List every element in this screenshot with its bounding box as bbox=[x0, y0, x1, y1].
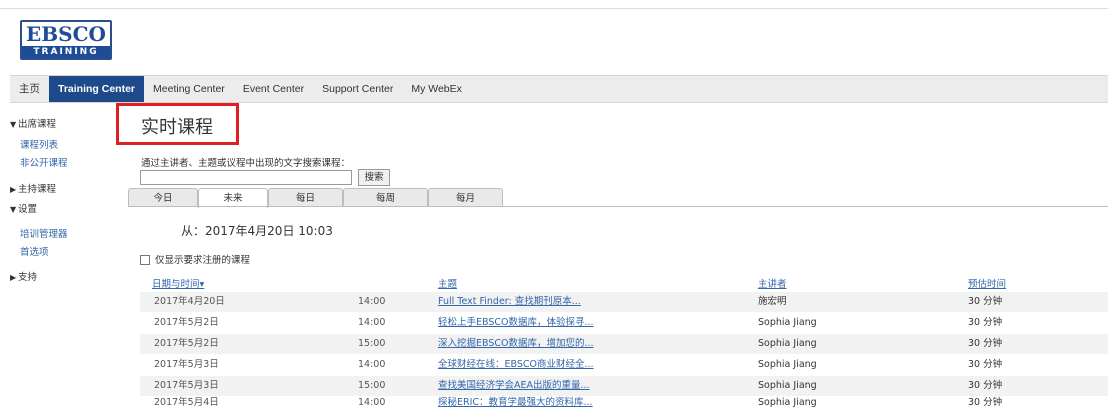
top-divider bbox=[0, 8, 1108, 9]
search-input[interactable] bbox=[140, 170, 352, 185]
row-topic-link[interactable]: Full Text Finder: 查找期刊原本... bbox=[438, 292, 581, 312]
nav-home[interactable]: 主页 bbox=[10, 76, 49, 102]
sidebar-heading-label: 支持 bbox=[18, 272, 38, 283]
column-header-topic[interactable]: 主题 bbox=[438, 276, 457, 290]
ebsco-training-logo[interactable]: EBSCO TRAINING bbox=[20, 20, 112, 60]
nav-meeting-center[interactable]: Meeting Center bbox=[144, 76, 234, 102]
nav-event-center[interactable]: Event Center bbox=[234, 76, 313, 102]
row-time: 14:00 bbox=[358, 317, 386, 328]
nav-training-center[interactable]: Training Center bbox=[49, 76, 145, 102]
row-topic-link[interactable]: 全球财经在线：EBSCO商业财经全... bbox=[438, 355, 594, 375]
row-topic-link[interactable]: 探秘ERIC：教育学最强大的资料库... bbox=[438, 396, 593, 411]
row-presenter: Sophia Jiang bbox=[758, 359, 817, 370]
sidebar-section-attend[interactable]: ▼ 出席课程 bbox=[10, 118, 56, 132]
row-date: 2017年5月3日 bbox=[154, 359, 219, 370]
row-duration: 30 分钟 bbox=[968, 380, 1003, 391]
logo-sub-text: TRAINING bbox=[22, 46, 110, 58]
sidebar-section-host[interactable]: ▶ 主持课程 bbox=[10, 183, 56, 197]
row-date: 2017年5月4日 bbox=[154, 397, 219, 408]
sidebar-heading-label: 设置 bbox=[18, 204, 38, 215]
row-time: 14:00 bbox=[358, 359, 386, 370]
row-presenter: Sophia Jiang bbox=[758, 317, 817, 328]
search-hint: 通过主讲者、主题或议程中出现的文字搜索课程： bbox=[141, 158, 351, 169]
registration-filter-checkbox[interactable] bbox=[140, 255, 150, 265]
tab-baseline bbox=[128, 206, 1108, 207]
search-button[interactable]: 搜索 bbox=[358, 169, 390, 186]
row-duration: 30 分钟 bbox=[968, 317, 1003, 328]
sidebar-item-preferences[interactable]: 首选项 bbox=[20, 246, 49, 260]
sidebar-item-private-courses[interactable]: 非公开课程 bbox=[20, 157, 68, 171]
table-row: 2017年5月2日 15:00 深入挖掘EBSCO数据库，增加您的... Sop… bbox=[140, 334, 1108, 354]
column-header-presenter[interactable]: 主讲者 bbox=[758, 276, 787, 290]
sidebar-heading-label: 主持课程 bbox=[18, 184, 57, 195]
row-duration: 30 分钟 bbox=[968, 338, 1003, 349]
tab-monthly[interactable]: 每月 bbox=[428, 188, 503, 207]
table-row: 2017年5月4日 14:00 探秘ERIC：教育学最强大的资料库... Sop… bbox=[140, 396, 1108, 411]
page-title: 实时课程 bbox=[141, 117, 213, 138]
table-row: 2017年4月20日 14:00 Full Text Finder: 查找期刊原… bbox=[140, 292, 1108, 312]
row-duration: 30 分钟 bbox=[968, 359, 1003, 370]
row-date: 2017年5月2日 bbox=[154, 317, 219, 328]
nav-support-center[interactable]: Support Center bbox=[313, 76, 402, 102]
sidebar-section-support[interactable]: ▶ 支持 bbox=[10, 271, 37, 285]
row-presenter: Sophia Jiang bbox=[758, 338, 817, 349]
column-header-duration[interactable]: 预估时间 bbox=[968, 276, 1006, 290]
row-time: 14:00 bbox=[358, 296, 386, 307]
row-time: 15:00 bbox=[358, 338, 386, 349]
tab-daily[interactable]: 每日 bbox=[268, 188, 343, 207]
sidebar-section-settings[interactable]: ▼ 设置 bbox=[10, 203, 37, 217]
column-header-datetime[interactable]: 日期与时间▾ bbox=[152, 276, 204, 290]
expanded-triangle-icon: ▼ bbox=[10, 120, 17, 129]
tab-today[interactable]: 今日 bbox=[128, 188, 198, 207]
row-duration: 30 分钟 bbox=[968, 397, 1003, 408]
row-date: 2017年5月3日 bbox=[154, 380, 219, 391]
collapsed-triangle-icon: ▶ bbox=[10, 273, 17, 282]
table-row: 2017年5月3日 15:00 查找美国经济学会AEA出版的重量... Soph… bbox=[140, 376, 1108, 396]
tab-weekly[interactable]: 每周 bbox=[343, 188, 428, 207]
collapsed-triangle-icon: ▶ bbox=[10, 185, 17, 194]
row-time: 15:00 bbox=[358, 380, 386, 391]
expanded-triangle-icon: ▼ bbox=[10, 205, 17, 214]
logo-main-text: EBSCO bbox=[26, 22, 106, 46]
row-time: 14:00 bbox=[358, 397, 386, 408]
sidebar-heading-label: 出席课程 bbox=[18, 119, 57, 130]
from-date-label: 从：2017年4月20日 10:03 bbox=[181, 224, 333, 238]
row-duration: 30 分钟 bbox=[968, 296, 1003, 307]
row-topic-link[interactable]: 轻松上手EBSCO数据库，体验探寻... bbox=[438, 313, 594, 333]
row-presenter: Sophia Jiang bbox=[758, 380, 817, 391]
table-row: 2017年5月2日 14:00 轻松上手EBSCO数据库，体验探寻... Sop… bbox=[140, 313, 1108, 333]
row-topic-link[interactable]: 查找美国经济学会AEA出版的重量... bbox=[438, 376, 590, 396]
tab-upcoming[interactable]: 未来 bbox=[198, 188, 268, 208]
top-nav: 主页 Training Center Meeting Center Event … bbox=[10, 75, 1108, 103]
table-row: 2017年5月3日 14:00 全球财经在线：EBSCO商业财经全... Sop… bbox=[140, 355, 1108, 375]
row-topic-link[interactable]: 深入挖掘EBSCO数据库，增加您的... bbox=[438, 334, 594, 354]
registration-filter-label: 仅显示要求注册的课程 bbox=[155, 255, 251, 266]
row-presenter: 施宏明 bbox=[758, 296, 787, 307]
sidebar-item-course-list[interactable]: 课程列表 bbox=[20, 139, 58, 153]
row-presenter: Sophia Jiang bbox=[758, 397, 817, 408]
row-date: 2017年5月2日 bbox=[154, 338, 219, 349]
sidebar-item-training-manager[interactable]: 培训管理器 bbox=[20, 228, 68, 242]
row-date: 2017年4月20日 bbox=[154, 296, 225, 307]
nav-my-webex[interactable]: My WebEx bbox=[402, 76, 471, 102]
